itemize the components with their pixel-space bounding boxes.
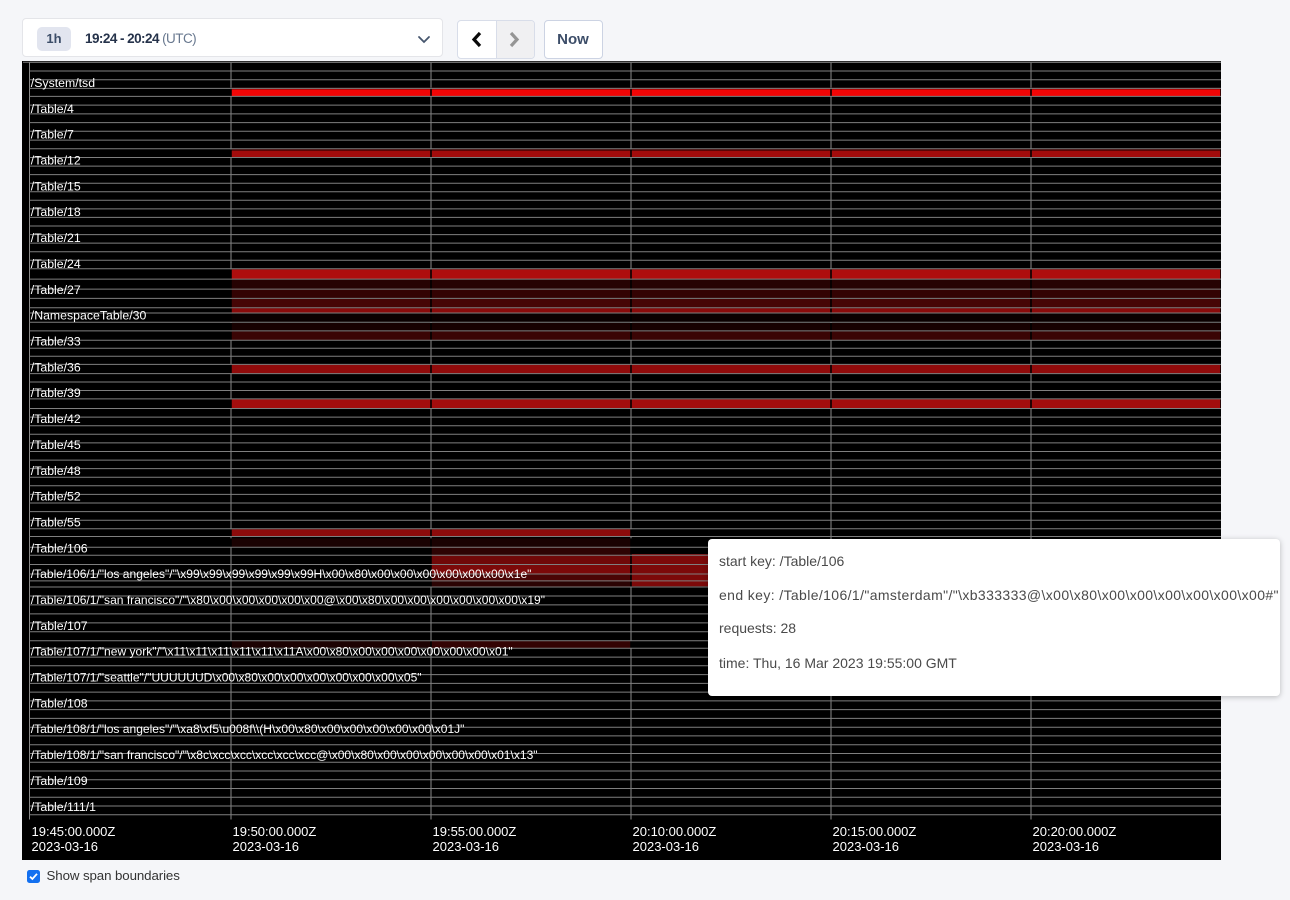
svg-text:19:50:00.000Z: 19:50:00.000Z bbox=[233, 824, 317, 839]
svg-text:/Table/39: /Table/39 bbox=[31, 386, 81, 400]
svg-text:/Table/109: /Table/109 bbox=[31, 774, 88, 788]
svg-text:/Table/107/1/"new york"/"\x11\: /Table/107/1/"new york"/"\x11\x11\x11\x1… bbox=[31, 645, 513, 659]
svg-text:/Table/33: /Table/33 bbox=[31, 335, 81, 349]
svg-text:2023-03-16: 2023-03-16 bbox=[32, 839, 99, 854]
svg-text:/Table/15: /Table/15 bbox=[31, 179, 81, 193]
svg-text:/Table/36: /Table/36 bbox=[31, 360, 81, 374]
svg-text:/System/tsd: /System/tsd bbox=[31, 76, 95, 90]
svg-text:/Table/107: /Table/107 bbox=[31, 619, 88, 633]
svg-text:/Table/52: /Table/52 bbox=[31, 490, 81, 504]
svg-text:/Table/27: /Table/27 bbox=[31, 283, 81, 297]
svg-text:/Table/111/1: /Table/111/1 bbox=[31, 800, 96, 814]
svg-text:/Table/18: /Table/18 bbox=[31, 205, 81, 219]
svg-text:2023-03-16: 2023-03-16 bbox=[633, 839, 700, 854]
svg-text:/NamespaceTable/30: /NamespaceTable/30 bbox=[31, 309, 147, 323]
svg-text:/Table/45: /Table/45 bbox=[31, 438, 81, 452]
svg-text:2023-03-16: 2023-03-16 bbox=[833, 839, 900, 854]
svg-text:/Table/108/1/"los angeles"/"\x: /Table/108/1/"los angeles"/"\xa8\xf5\u00… bbox=[31, 722, 465, 736]
svg-text:20:10:00.000Z: 20:10:00.000Z bbox=[633, 824, 717, 839]
svg-text:/Table/24: /Table/24 bbox=[31, 257, 81, 271]
svg-text:/Table/55: /Table/55 bbox=[31, 516, 81, 530]
svg-text:2023-03-16: 2023-03-16 bbox=[233, 839, 300, 854]
svg-text:19:55:00.000Z: 19:55:00.000Z bbox=[433, 824, 517, 839]
svg-text:2023-03-16: 2023-03-16 bbox=[1033, 839, 1100, 854]
svg-text:/Table/107/1/"seattle"/"UUUUUU: /Table/107/1/"seattle"/"UUUUUUD\x00\x80\… bbox=[31, 671, 422, 685]
svg-text:/Table/12: /Table/12 bbox=[31, 154, 81, 168]
svg-text:/Table/106/1/"los angeles"/"\x: /Table/106/1/"los angeles"/"\x99\x99\x99… bbox=[31, 567, 532, 581]
svg-text:2023-03-16: 2023-03-16 bbox=[433, 839, 500, 854]
svg-text:/Table/108: /Table/108 bbox=[31, 696, 88, 710]
svg-text:/Table/4: /Table/4 bbox=[31, 102, 74, 116]
svg-text:/Table/106: /Table/106 bbox=[31, 541, 88, 555]
svg-text:/Table/48: /Table/48 bbox=[31, 464, 81, 478]
svg-text:20:20:00.000Z: 20:20:00.000Z bbox=[1033, 824, 1117, 839]
svg-text:/Table/21: /Table/21 bbox=[31, 231, 81, 245]
svg-text:19:45:00.000Z: 19:45:00.000Z bbox=[32, 824, 116, 839]
svg-text:/Table/106/1/"san francisco"/": /Table/106/1/"san francisco"/"\x80\x00\x… bbox=[31, 593, 545, 607]
svg-text:/Table/108/1/"san francisco"/": /Table/108/1/"san francisco"/"\x8c\xcc\x… bbox=[31, 748, 538, 762]
svg-text:/Table/7: /Table/7 bbox=[31, 128, 74, 142]
svg-text:20:15:00.000Z: 20:15:00.000Z bbox=[833, 824, 917, 839]
svg-text:/Table/42: /Table/42 bbox=[31, 412, 81, 426]
